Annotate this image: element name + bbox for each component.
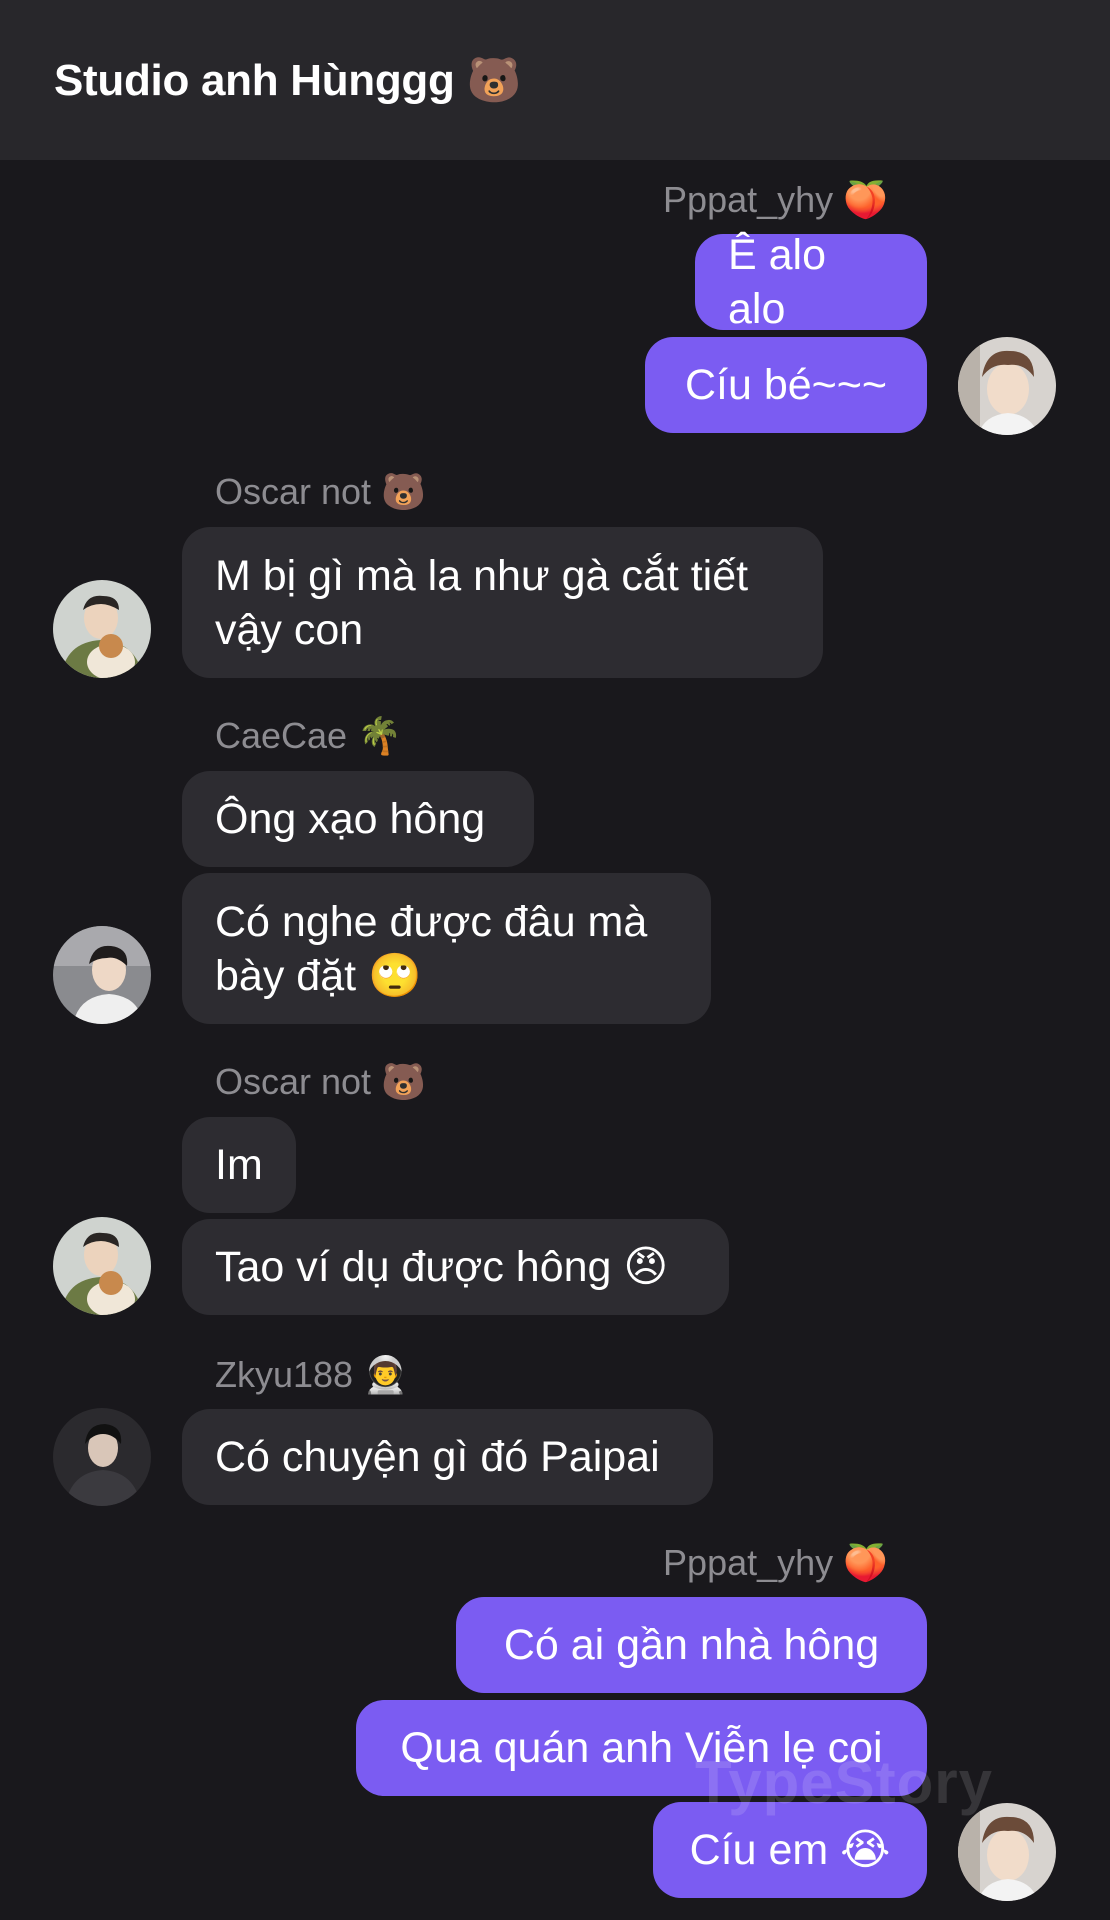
message-text: Tao ví dụ được hông 😠: [215, 1243, 669, 1291]
sender-name: Oscar not 🐻: [215, 471, 426, 512]
avatar-zkyu188[interactable]: [53, 1408, 151, 1506]
avatar-oscar[interactable]: [53, 1217, 151, 1315]
sender-name: Pppat_yhy 🍑: [663, 179, 888, 220]
avatar-caecae[interactable]: [53, 926, 151, 1024]
message-bubble[interactable]: Cíu bé~~~: [645, 337, 927, 433]
chat-title[interactable]: Studio anh Hùnggg 🐻: [54, 52, 521, 110]
message-bubble[interactable]: Tao ví dụ được hông 😠: [182, 1219, 729, 1315]
message-bubble[interactable]: Có ai gần nhà hông: [456, 1597, 927, 1693]
sender-name: Pppat_yhy 🍑: [663, 1542, 888, 1583]
message-bubble[interactable]: Có nghe được đâu mà bày đặt 🙄: [182, 873, 711, 1024]
watermark-logo: TypeStory: [695, 1749, 993, 1816]
message-text: Có ai gần nhà hông: [503, 1621, 880, 1669]
sender-name: Oscar not 🐻: [215, 1061, 426, 1102]
message-text: M bị gì mà la như gà cắt tiết vậy con: [215, 551, 749, 654]
sender-name: CaeCae 🌴: [215, 715, 402, 756]
message-bubble[interactable]: Ê alo alo: [695, 231, 927, 333]
message-text: Cíu em 😭: [689, 1826, 891, 1874]
chat-header: Studio anh Hùnggg 🐻: [0, 0, 1110, 160]
message-text: Cíu bé~~~: [684, 361, 888, 409]
message-text: Có chuyện gì đó Paipai: [215, 1433, 660, 1481]
message-text: Ông xạo hông: [215, 795, 486, 843]
message-bubble[interactable]: Im: [182, 1117, 296, 1213]
message-bubble[interactable]: Có chuyện gì đó Paipai: [182, 1409, 713, 1505]
message-text: Ê alo alo: [728, 231, 827, 333]
message-text: Có nghe được đâu mà bày đặt 🙄: [215, 897, 648, 1000]
avatar-pppat[interactable]: [958, 337, 1056, 435]
avatar-pppat[interactable]: [958, 1803, 1056, 1901]
avatar-oscar[interactable]: [53, 580, 151, 678]
message-bubble[interactable]: Ông xạo hông: [182, 771, 534, 867]
message-text: Im: [215, 1141, 263, 1189]
message-bubble[interactable]: M bị gì mà la như gà cắt tiết vậy con: [182, 527, 823, 678]
sender-name: Zkyu188 👨‍🚀: [215, 1354, 408, 1395]
